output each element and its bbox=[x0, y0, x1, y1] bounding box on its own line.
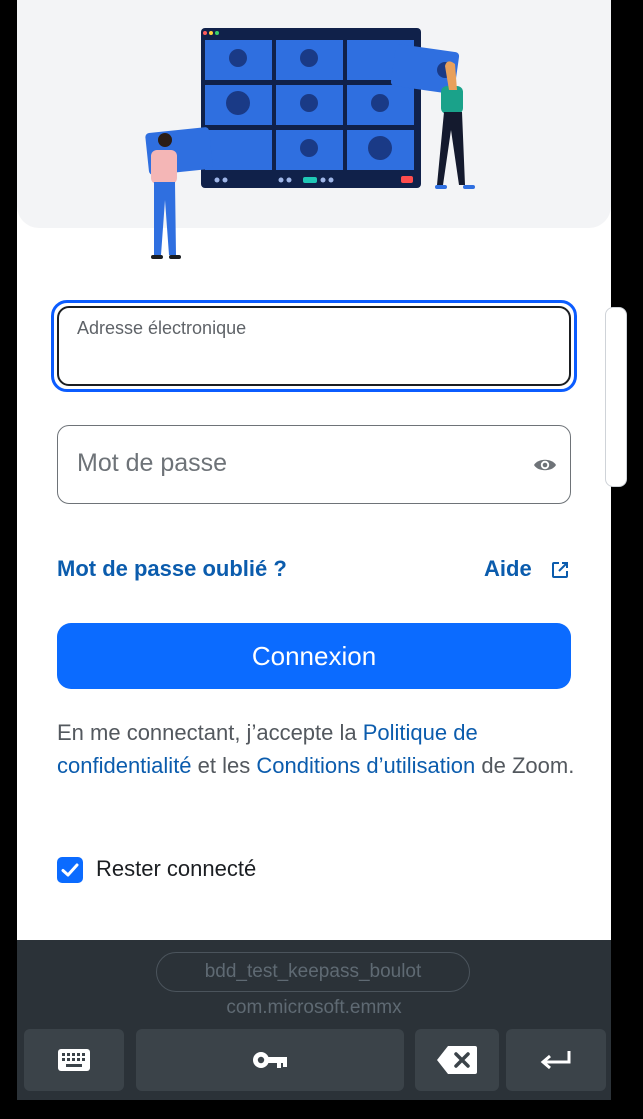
keyboard-icon bbox=[58, 1049, 90, 1071]
peek-card bbox=[605, 307, 627, 487]
password-placeholder: Mot de passe bbox=[77, 449, 228, 477]
external-link-icon[interactable] bbox=[550, 560, 570, 580]
backspace-icon bbox=[437, 1046, 477, 1074]
stay-signed-in-label[interactable]: Rester connecté bbox=[96, 856, 256, 882]
email-label: Adresse électronique bbox=[77, 318, 247, 338]
terms-link[interactable]: Conditions d’utilisation bbox=[256, 753, 475, 778]
nav-bar-strip bbox=[0, 1100, 643, 1119]
forgot-password-link[interactable]: Mot de passe oublié ? bbox=[57, 556, 287, 582]
checkmark-icon bbox=[61, 863, 79, 877]
autofill-suggestion[interactable]: bdd_test_keepass_boulot bbox=[156, 952, 470, 992]
help-link[interactable]: Aide bbox=[484, 556, 532, 582]
legal-notice: En me connectant, j’accepte la Politique… bbox=[57, 716, 577, 782]
enter-icon bbox=[540, 1051, 571, 1070]
password-manager-key[interactable] bbox=[136, 1029, 404, 1091]
backspace-key[interactable] bbox=[415, 1029, 499, 1091]
legal-middle: et les bbox=[191, 753, 257, 778]
legal-suffix: de Zoom. bbox=[475, 753, 575, 778]
show-password-icon[interactable] bbox=[533, 453, 557, 477]
sign-in-button[interactable]: Connexion bbox=[57, 623, 571, 689]
package-name: com.microsoft.emmx bbox=[226, 997, 402, 1018]
legal-prefix: En me connectant, j’accepte la bbox=[57, 720, 363, 745]
password-field[interactable]: Mot de passe bbox=[57, 425, 571, 504]
autofill-keyboard-bar: bdd_test_keepass_boulot com.microsoft.em… bbox=[17, 940, 611, 1100]
video-conference-illustration bbox=[145, 28, 475, 259]
stay-signed-in-checkbox[interactable] bbox=[57, 857, 83, 883]
email-field[interactable]: Adresse électronique bbox=[57, 306, 571, 386]
key-icon bbox=[253, 1052, 287, 1068]
enter-key[interactable] bbox=[506, 1029, 606, 1091]
keyboard-toggle-key[interactable] bbox=[24, 1029, 124, 1091]
